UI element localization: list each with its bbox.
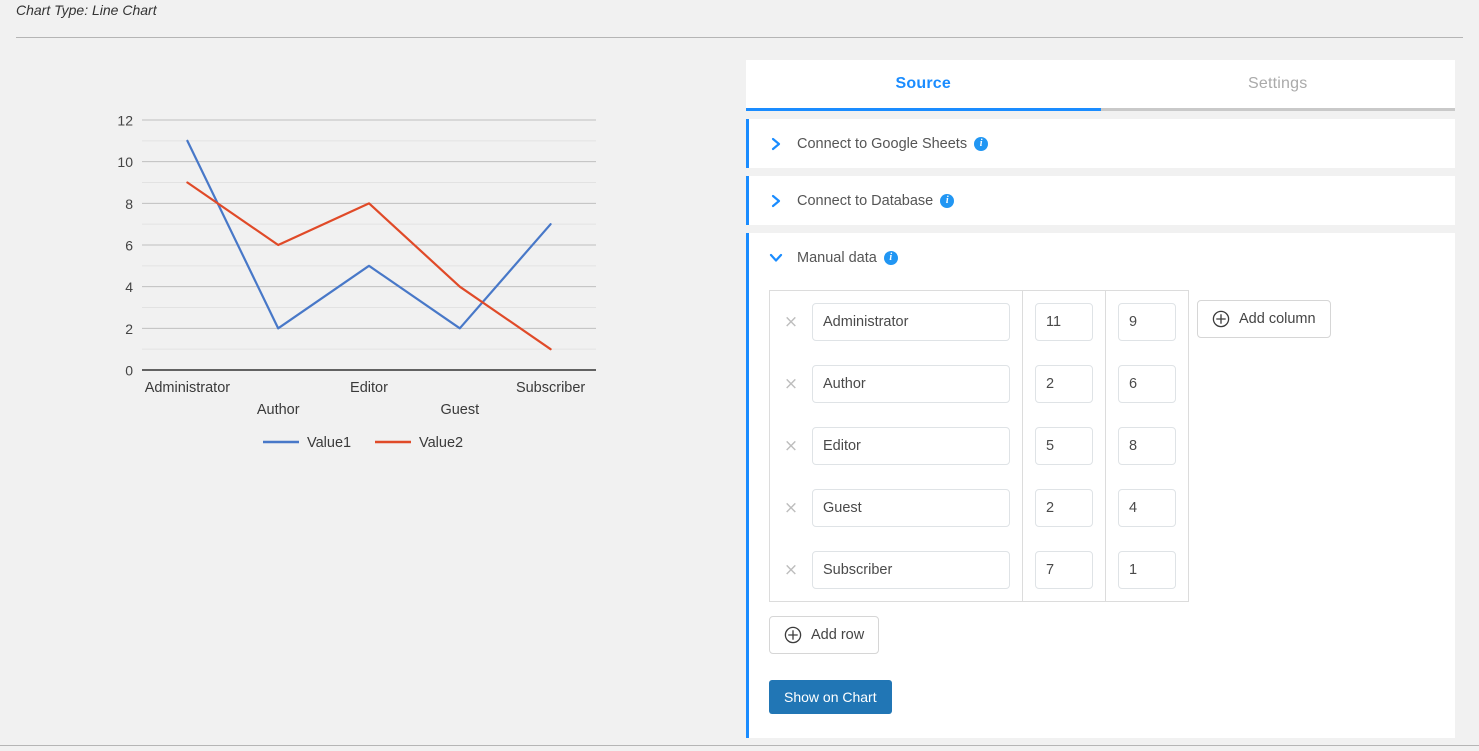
row-label-input[interactable] — [812, 303, 1010, 341]
value1-input[interactable] — [1035, 303, 1093, 341]
table-cell-value1 — [1035, 365, 1093, 403]
svg-text:4: 4 — [125, 279, 133, 295]
footer-divider — [0, 745, 1479, 746]
delete-row-icon[interactable]: × — [782, 313, 800, 331]
delete-row-icon[interactable]: × — [782, 375, 800, 393]
table-row: × — [782, 427, 1010, 465]
value2-input[interactable] — [1118, 365, 1176, 403]
chevron-right-icon — [769, 137, 783, 151]
grid-column-labels: × × × × × — [770, 291, 1023, 601]
svg-text:Value1: Value1 — [307, 435, 351, 451]
accordion-header-google-sheets[interactable]: Connect to Google Sheets i — [749, 119, 1455, 168]
svg-text:6: 6 — [125, 238, 133, 254]
plus-circle-icon — [784, 626, 802, 644]
svg-text:Administrator: Administrator — [145, 380, 231, 396]
line-chart: 0 2 4 6 8 10 12 Administrator Author Editor Guest S… — [100, 112, 620, 512]
accordion-label-google-sheets: Connect to Google Sheets — [797, 136, 967, 152]
value2-input[interactable] — [1118, 551, 1176, 589]
data-grid-wrap: × × × × × Add column — [769, 282, 1435, 602]
accordion-header-database[interactable]: Connect to Database i — [749, 176, 1455, 225]
table-cell-value1 — [1035, 489, 1093, 527]
accordion-label-manual-data: Manual data — [797, 250, 877, 266]
svg-text:Value2: Value2 — [419, 435, 463, 451]
value1-input[interactable] — [1035, 365, 1093, 403]
info-icon[interactable]: i — [940, 194, 954, 208]
config-panel: Source Settings Connect to Google Sheets… — [746, 60, 1455, 720]
info-icon[interactable]: i — [884, 251, 898, 265]
add-row-label: Add row — [811, 627, 864, 643]
value1-input[interactable] — [1035, 551, 1093, 589]
table-cell-value2 — [1118, 489, 1176, 527]
manual-data-body: × × × × × Add column — [749, 282, 1455, 738]
chart-svg: 0 2 4 6 8 10 12 Administrator Author Editor Guest S… — [100, 112, 620, 512]
delete-row-icon[interactable]: × — [782, 437, 800, 455]
tab-bar: Source Settings — [746, 60, 1455, 111]
accordion-item-google-sheets: Connect to Google Sheets i — [746, 119, 1455, 168]
grid-column-value2 — [1106, 291, 1188, 601]
header-divider — [16, 37, 1463, 38]
table-row: × — [782, 489, 1010, 527]
chevron-right-icon — [769, 194, 783, 208]
accordion-item-database: Connect to Database i — [746, 176, 1455, 225]
value1-input[interactable] — [1035, 427, 1093, 465]
tab-settings-label: Settings — [1248, 75, 1307, 93]
show-on-chart-button[interactable]: Show on Chart — [769, 680, 892, 714]
delete-row-icon[interactable]: × — [782, 499, 800, 517]
manual-data-grid: × × × × × — [769, 290, 1189, 602]
add-column-label: Add column — [1239, 311, 1316, 327]
value1-input[interactable] — [1035, 489, 1093, 527]
tab-source[interactable]: Source — [746, 60, 1101, 108]
svg-text:10: 10 — [117, 154, 133, 170]
table-cell-value2 — [1118, 303, 1176, 341]
table-row: × — [782, 303, 1010, 341]
svg-text:Editor: Editor — [350, 380, 388, 396]
plus-circle-icon — [1212, 310, 1230, 328]
accordion-item-manual-data: Manual data i × × × × × — [746, 233, 1455, 738]
table-row: × — [782, 551, 1010, 589]
value2-input[interactable] — [1118, 303, 1176, 341]
row-label-input[interactable] — [812, 489, 1010, 527]
value2-input[interactable] — [1118, 489, 1176, 527]
table-cell-value2 — [1118, 365, 1176, 403]
grid-column-value1 — [1023, 291, 1106, 601]
table-cell-value1 — [1035, 551, 1093, 589]
add-column-button[interactable]: Add column — [1197, 300, 1331, 338]
table-cell-value2 — [1118, 551, 1176, 589]
svg-text:Subscriber: Subscriber — [516, 380, 585, 396]
svg-text:Author: Author — [257, 402, 300, 418]
add-row-button[interactable]: Add row — [769, 616, 879, 654]
delete-row-icon[interactable]: × — [782, 561, 800, 579]
row-label-input[interactable] — [812, 551, 1010, 589]
chart-preview-pane: 0 2 4 6 8 10 12 Administrator Author Editor Guest S… — [0, 50, 740, 745]
accordion-header-manual-data[interactable]: Manual data i — [749, 233, 1455, 282]
table-cell-value2 — [1118, 427, 1176, 465]
info-icon[interactable]: i — [974, 137, 988, 151]
tab-source-label: Source — [896, 75, 951, 93]
row-label-input[interactable] — [812, 365, 1010, 403]
svg-text:12: 12 — [117, 113, 133, 129]
table-cell-value1 — [1035, 303, 1093, 341]
table-cell-value1 — [1035, 427, 1093, 465]
svg-text:Guest: Guest — [440, 402, 479, 418]
chevron-down-icon — [769, 251, 783, 265]
svg-text:8: 8 — [125, 196, 133, 212]
page-title: Chart Type: Line Chart — [16, 2, 157, 18]
svg-text:0: 0 — [125, 363, 133, 379]
tab-settings[interactable]: Settings — [1101, 60, 1456, 108]
source-accordion: Connect to Google Sheets i Connect to Da… — [746, 119, 1455, 738]
accordion-label-database: Connect to Database — [797, 193, 933, 209]
row-label-input[interactable] — [812, 427, 1010, 465]
value2-input[interactable] — [1118, 427, 1176, 465]
svg-text:2: 2 — [125, 321, 133, 337]
table-row: × — [782, 365, 1010, 403]
